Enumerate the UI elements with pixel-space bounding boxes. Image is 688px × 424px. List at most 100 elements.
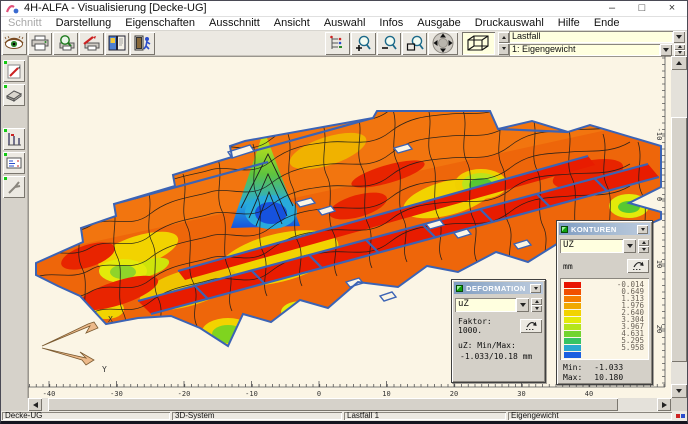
- legend-swatch: [564, 310, 581, 316]
- panel-collapse-button[interactable]: [637, 225, 648, 234]
- report-book-button[interactable]: [105, 32, 130, 55]
- print-button[interactable]: [28, 32, 53, 55]
- protocol-tree-icon: [329, 35, 346, 51]
- svg-text:-20: -20: [178, 390, 191, 398]
- deformation-minmax-value: -1.033/10.18 mm: [460, 352, 545, 361]
- slab-3d-button[interactable]: [3, 84, 25, 106]
- deformation-factor-label: Faktor: 1000.: [455, 317, 520, 335]
- view-eye-icon: [4, 36, 24, 50]
- print-settings-icon: [82, 35, 100, 51]
- svg-text:-30: -30: [110, 390, 123, 398]
- panel-icon: [456, 285, 463, 292]
- protocol-tree-button[interactable]: [325, 32, 350, 55]
- menu-darstellung[interactable]: Darstellung: [49, 17, 119, 30]
- legend-min: Min: -1.033: [563, 363, 646, 372]
- apply-icon: [631, 261, 645, 271]
- zoom-in-button[interactable]: [351, 32, 376, 55]
- menu-infos[interactable]: Infos: [372, 17, 410, 30]
- exit-door-button[interactable]: [130, 32, 155, 55]
- vertical-scrollbar[interactable]: [671, 56, 687, 398]
- deformation-quantity-dropdown[interactable]: uZ: [455, 298, 516, 312]
- panel-icon: [561, 226, 568, 233]
- horizontal-scrollbar[interactable]: [28, 398, 671, 411]
- legend-swatch: [564, 282, 581, 288]
- axis-triad: X Y: [42, 315, 113, 374]
- maximize-button[interactable]: □: [627, 1, 657, 17]
- svg-text:0: 0: [655, 197, 663, 201]
- zoom-window-button[interactable]: [402, 32, 427, 55]
- menu-bar: Schnitt Darstellung Eigenschaften Aussch…: [1, 17, 687, 31]
- pan-button[interactable]: [428, 32, 458, 55]
- print-preview-button[interactable]: [53, 32, 78, 55]
- status-system: 3D-System: [172, 412, 342, 420]
- apply-unit-button[interactable]: [627, 259, 649, 273]
- loadcase-selector: Lastfall 1: Eigengewicht: [509, 31, 687, 56]
- deformation-spinner[interactable]: [531, 298, 542, 312]
- scroll-right-arrow[interactable]: [657, 398, 671, 411]
- pan-pad-icon: [432, 32, 454, 54]
- spin-up[interactable]: [498, 32, 509, 44]
- app-window: 4H-ALFA - Visualisierung [Decke-UG] – □ …: [0, 0, 688, 424]
- lastfall-dropdown[interactable]: Lastfall: [509, 31, 673, 43]
- svg-text:0: 0: [317, 390, 321, 398]
- svg-text:30: 30: [517, 390, 525, 398]
- dimension-columns-button[interactable]: [3, 128, 25, 150]
- print-settings-button[interactable]: [79, 32, 104, 55]
- apply-factor-button[interactable]: [520, 319, 542, 333]
- toolbar: Lastfall 1: Eigengewicht: [1, 31, 687, 56]
- triad-y-label: Y: [102, 365, 107, 374]
- scroll-left-arrow[interactable]: [28, 398, 42, 411]
- svg-text:20: 20: [655, 325, 663, 333]
- title-bar[interactable]: 4H-ALFA - Visualisierung [Decke-UG] – □ …: [1, 1, 687, 17]
- vertical-scroll-thumb[interactable]: [671, 117, 687, 362]
- svg-text:20: 20: [450, 390, 458, 398]
- menu-ausschnitt[interactable]: Ausschnitt: [202, 17, 267, 30]
- active-indicator: [4, 129, 7, 132]
- triad-x-label: X: [108, 315, 113, 324]
- konturen-quantity-dropdown[interactable]: UZ: [560, 239, 623, 253]
- svg-text:-10: -10: [245, 390, 258, 398]
- menu-schnitt[interactable]: Schnitt: [1, 17, 49, 30]
- active-indicator: [4, 177, 7, 180]
- view-eye-button[interactable]: [2, 32, 27, 55]
- menu-ende[interactable]: Ende: [587, 17, 627, 30]
- panel-collapse-button[interactable]: [530, 284, 541, 293]
- value-display-button[interactable]: [3, 152, 25, 174]
- konturen-spinner[interactable]: [638, 239, 649, 253]
- loadcase-dropdown[interactable]: 1: Eigengewicht: [509, 44, 660, 56]
- loadcase-dropdown-arrow[interactable]: [660, 44, 672, 56]
- deformation-panel: DEFORMATION uZ Faktor: 1000. uZ: Min/Max…: [451, 279, 546, 383]
- scroll-down-arrow[interactable]: [671, 384, 687, 398]
- svg-text:10: 10: [655, 260, 663, 268]
- x-axis-labels: -40 -30 -20 -10 0 10 20 30 40: [43, 390, 594, 398]
- status-loadname: Eigengewicht: [508, 412, 672, 420]
- legend-swatch: [564, 345, 581, 351]
- spin-down[interactable]: [674, 50, 685, 56]
- minimize-button[interactable]: –: [597, 1, 627, 17]
- view-3d-button[interactable]: [462, 32, 496, 55]
- section-fork-button[interactable]: [3, 176, 25, 198]
- konturen-panel-titlebar[interactable]: KONTUREN: [559, 223, 650, 235]
- view-3d-box-icon: [465, 34, 491, 53]
- print-icon: [31, 35, 49, 51]
- scroll-up-arrow[interactable]: [671, 56, 687, 70]
- menu-druckauswahl[interactable]: Druckauswahl: [468, 17, 551, 30]
- menu-eigenschaften[interactable]: Eigenschaften: [118, 17, 202, 30]
- deformation-dropdown-arrow[interactable]: [516, 298, 529, 312]
- deformation-panel-titlebar[interactable]: DEFORMATION: [454, 282, 543, 294]
- zoom-out-button[interactable]: [377, 32, 402, 55]
- konturen-dropdown-arrow[interactable]: [623, 239, 636, 253]
- menu-ausgabe[interactable]: Ausgabe: [410, 17, 467, 30]
- view-3d-spinner[interactable]: [498, 32, 509, 55]
- edit-pen-button[interactable]: [3, 60, 25, 82]
- menu-ansicht[interactable]: Ansicht: [267, 17, 317, 30]
- close-button[interactable]: ×: [657, 1, 687, 17]
- menu-auswahl[interactable]: Auswahl: [317, 17, 373, 30]
- horizontal-scroll-thumb[interactable]: [48, 398, 618, 411]
- lastfall-dropdown-arrow[interactable]: [673, 31, 685, 43]
- spin-down[interactable]: [498, 43, 509, 55]
- svg-text:10: 10: [382, 390, 390, 398]
- loadcase-spinner[interactable]: [674, 44, 685, 56]
- menu-hilfe[interactable]: Hilfe: [551, 17, 587, 30]
- legend-swatch: [564, 331, 581, 337]
